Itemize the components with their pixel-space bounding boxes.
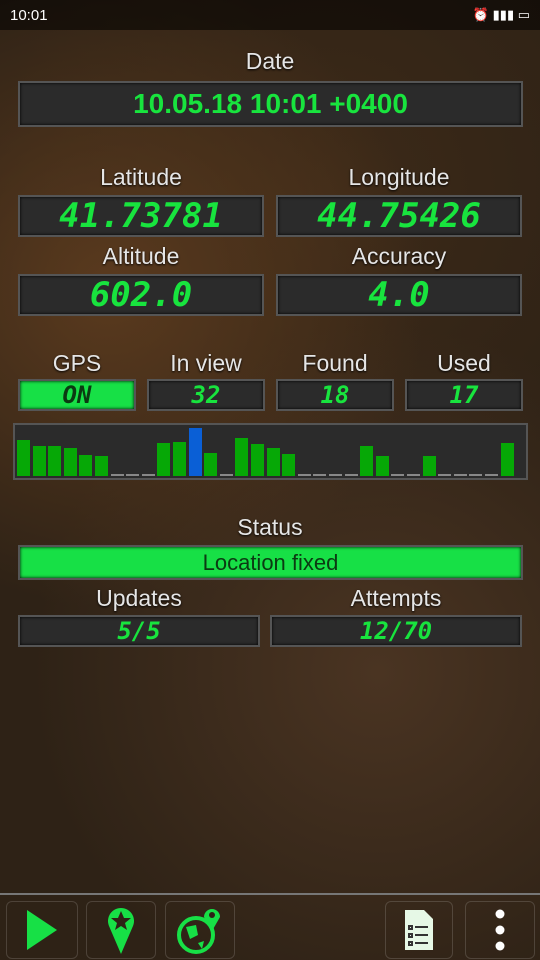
satellite-bar (32, 446, 46, 476)
satellite-bar (251, 444, 264, 476)
satellite-bar (17, 440, 30, 476)
used-label: Used (437, 350, 491, 376)
satellite-bar (63, 448, 77, 476)
gps-toggle[interactable]: ON (18, 379, 136, 411)
latitude-value: 41.73781 (18, 195, 264, 237)
altitude-value: 602.0 (18, 274, 264, 316)
in-view-label: In view (170, 350, 242, 376)
accuracy-label: Accuracy (351, 243, 447, 269)
satellite-bar (266, 448, 280, 476)
satellite-bar-empty (110, 474, 124, 476)
satellite-bar (422, 455, 436, 476)
map-button[interactable] (165, 901, 235, 959)
in-view-value: 32 (147, 379, 265, 411)
clock: 10:01 (10, 6, 48, 24)
gps-label: GPS (52, 350, 102, 376)
play-icon (27, 910, 57, 950)
longitude-value: 44.75426 (276, 195, 522, 237)
satellite-bar (95, 455, 108, 476)
found-label: Found (302, 350, 368, 376)
satellite-bar-empty (219, 474, 233, 476)
latitude-label: Latitude (100, 164, 182, 190)
log-button[interactable] (385, 901, 453, 959)
bottom-toolbar (0, 893, 540, 960)
satellite-bar-empty (438, 474, 452, 476)
satellite-bar-empty (469, 474, 483, 476)
start-button[interactable] (6, 901, 78, 959)
satellite-bar (360, 446, 374, 476)
satellite-bar-empty (141, 474, 155, 476)
longitude-label: Longitude (348, 164, 450, 190)
globe-pin-icon (177, 909, 220, 954)
star-pin-icon (108, 908, 134, 954)
satellite-bar-empty (407, 474, 420, 476)
satellite-bar (173, 442, 186, 476)
date-label: Date (245, 48, 295, 74)
satellite-signal-chart (13, 423, 528, 480)
satellite-bar (79, 454, 93, 476)
satellite-bar (282, 453, 296, 476)
satellite-bar-empty (297, 474, 311, 476)
satellite-bar (500, 443, 514, 476)
status-value: Location fixed (18, 545, 523, 580)
satellite-bar (188, 428, 202, 476)
status-label: Status (237, 514, 303, 540)
altitude-label: Altitude (102, 243, 180, 269)
satellite-bar (48, 446, 62, 476)
accuracy-value: 4.0 (276, 274, 522, 316)
list-document-icon (405, 910, 433, 950)
satellite-bar (235, 437, 249, 476)
attempts-label: Attempts (350, 585, 442, 611)
date-value: 10.05.18 10:01 +0400 (18, 81, 523, 127)
more-options-button[interactable] (465, 901, 535, 959)
satellite-bar-empty (126, 474, 140, 476)
satellite-bar (204, 452, 218, 476)
attempts-value: 12/70 (270, 615, 522, 647)
satellite-bar-empty (391, 474, 405, 476)
satellite-bar-empty (453, 474, 467, 476)
favorites-button[interactable] (86, 901, 156, 959)
updates-value: 5/5 (18, 615, 260, 647)
found-value: 18 (276, 379, 394, 411)
satellite-bar-empty (329, 474, 342, 476)
used-value: 17 (405, 379, 523, 411)
satellite-bar (157, 443, 171, 476)
satellite-bar (375, 455, 389, 476)
more-vert-icon (495, 909, 505, 951)
satellite-bar-empty (485, 474, 498, 476)
status-icons: ⏰ ▮▮▮ ▭ (472, 7, 530, 22)
status-bar: 10:01 ⏰ ▮▮▮ ▭ (0, 0, 540, 30)
satellite-bar-empty (344, 474, 358, 476)
updates-label: Updates (96, 585, 182, 611)
satellite-bar-empty (313, 474, 327, 476)
